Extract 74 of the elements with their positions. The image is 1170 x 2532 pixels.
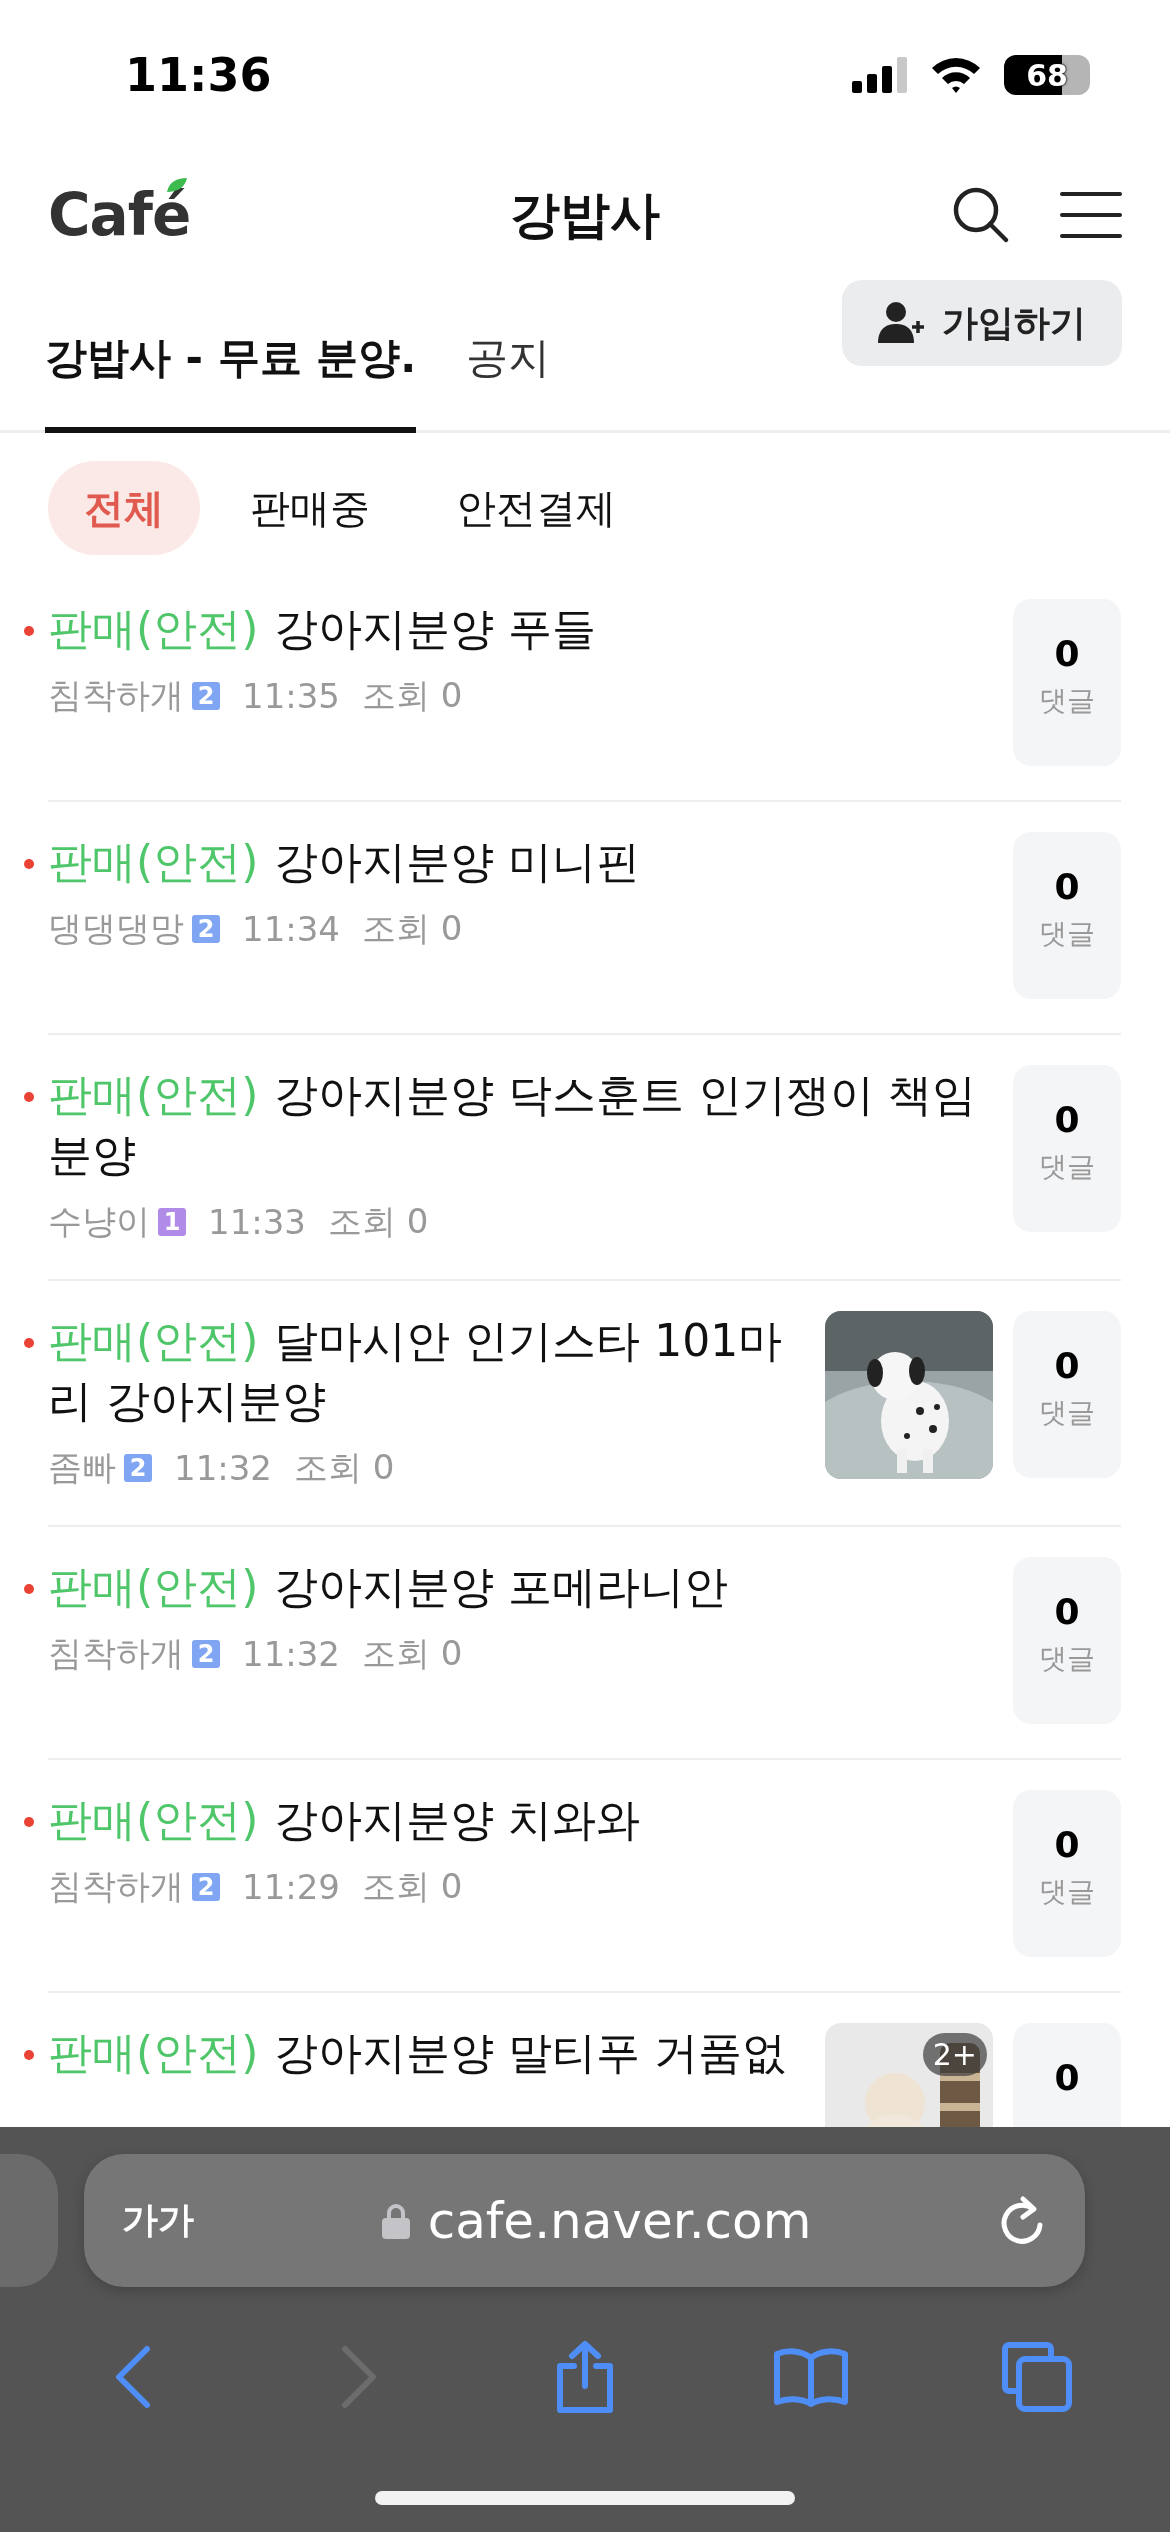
level-badge: 2 xyxy=(192,682,220,710)
cafe-title: 강밥사 xyxy=(510,184,660,246)
signal-icon xyxy=(852,57,908,93)
status-time: 11:36 xyxy=(125,48,272,102)
comment-label: 댓글 xyxy=(1039,916,1095,952)
comment-box[interactable]: 0 xyxy=(1013,2023,1121,2127)
post-title[interactable]: 판매(안전) 강아지분양 푸들 xyxy=(48,599,993,659)
menu-icon[interactable] xyxy=(1060,191,1122,239)
comment-count: 0 xyxy=(1054,633,1080,674)
post-time: 11:32 xyxy=(242,1634,340,1674)
share-icon xyxy=(554,2340,616,2414)
text-size-button[interactable]: 가가 xyxy=(122,2196,194,2245)
view-count: 조회 0 xyxy=(362,907,463,950)
post-time: 11:32 xyxy=(174,1448,272,1488)
view-count: 조회 0 xyxy=(328,1200,429,1243)
level-badge: 2 xyxy=(192,915,220,943)
wifi-icon xyxy=(930,56,982,94)
level-badge: 2 xyxy=(192,1640,220,1668)
post-title[interactable]: 판매(안전) 달마시안 인기스타 101마리 강아지분양 xyxy=(48,1311,805,1431)
join-button[interactable]: 가입하기 xyxy=(842,280,1122,366)
post-title[interactable]: 판매(안전) 강아지분양 치와와 xyxy=(48,1790,993,1850)
level-badge: 2 xyxy=(124,1454,152,1482)
comment-box[interactable]: 0 댓글 xyxy=(1013,1790,1121,1957)
board-tab[interactable]: 강밥사 - 무료 분양. xyxy=(45,280,417,433)
cafe-logo[interactable]: Café xyxy=(48,181,191,249)
comment-label: 댓글 xyxy=(1039,683,1095,719)
search-icon[interactable] xyxy=(952,186,1010,244)
filter-chip[interactable]: 안전결제 xyxy=(420,461,652,555)
post-title[interactable]: 판매(안전) 강아지분양 말티푸 거품없 xyxy=(48,2023,805,2083)
lock-icon xyxy=(381,2202,410,2239)
comment-label: 댓글 xyxy=(1039,1149,1095,1185)
author-name: 침착하개 xyxy=(48,1632,184,1675)
post-time: 11:35 xyxy=(242,676,340,716)
book-icon xyxy=(773,2346,849,2408)
add-user-icon xyxy=(878,301,926,345)
comment-count: 0 xyxy=(1054,1099,1080,1140)
author-name: 수냥이 xyxy=(48,1200,150,1243)
comment-box[interactable]: 0 댓글 xyxy=(1013,832,1121,999)
tabs-icon xyxy=(1001,2341,1073,2413)
comment-box[interactable]: 0 댓글 xyxy=(1013,1065,1121,1232)
comment-label: 댓글 xyxy=(1039,1874,1095,1910)
comment-count: 0 xyxy=(1054,2057,1080,2098)
post-title[interactable]: 판매(안전) 강아지분양 미니핀 xyxy=(48,832,993,892)
view-count: 조회 0 xyxy=(294,1446,395,1489)
url-text: cafe.naver.com xyxy=(427,2191,812,2250)
level-badge: 1 xyxy=(158,1208,186,1236)
view-count: 조회 0 xyxy=(362,1865,463,1908)
view-count: 조회 0 xyxy=(362,674,463,717)
view-count: 조회 0 xyxy=(362,1632,463,1675)
author-name: 좀빠 xyxy=(48,1446,116,1489)
author-name: 침착하개 xyxy=(48,1865,184,1908)
post-title[interactable]: 판매(안전) 강아지분양 닥스훈트 인기쟁이 책임분양 xyxy=(48,1065,993,1185)
level-badge: 2 xyxy=(192,1873,220,1901)
author-name: 댕댕댕망 xyxy=(48,907,184,950)
comment-count: 0 xyxy=(1054,1591,1080,1632)
comment-count: 0 xyxy=(1054,866,1080,907)
comment-count: 0 xyxy=(1054,1345,1080,1386)
board-tab[interactable]: 공지 xyxy=(466,280,551,433)
post-time: 11:34 xyxy=(242,909,340,949)
post-time: 11:33 xyxy=(208,1202,306,1242)
back-icon xyxy=(113,2345,153,2409)
comment-label: 댓글 xyxy=(1039,1641,1095,1677)
comment-count: 0 xyxy=(1054,1824,1080,1865)
forward-icon xyxy=(339,2345,379,2409)
post-title[interactable]: 판매(안전) 강아지분양 포메라니안 xyxy=(48,1557,993,1617)
address-bar[interactable]: 가가 cafe.naver.com xyxy=(84,2154,1085,2287)
post-time: 11:29 xyxy=(242,1867,340,1907)
comment-box[interactable]: 0 댓글 xyxy=(1013,599,1121,766)
comment-box[interactable]: 0 댓글 xyxy=(1013,1311,1121,1478)
comment-box[interactable]: 0 댓글 xyxy=(1013,1557,1121,1724)
filter-chip[interactable]: 판매중 xyxy=(214,461,406,555)
reload-icon[interactable] xyxy=(999,2194,1045,2247)
comment-label: 댓글 xyxy=(1039,1395,1095,1431)
author-name: 침착하개 xyxy=(48,674,184,717)
